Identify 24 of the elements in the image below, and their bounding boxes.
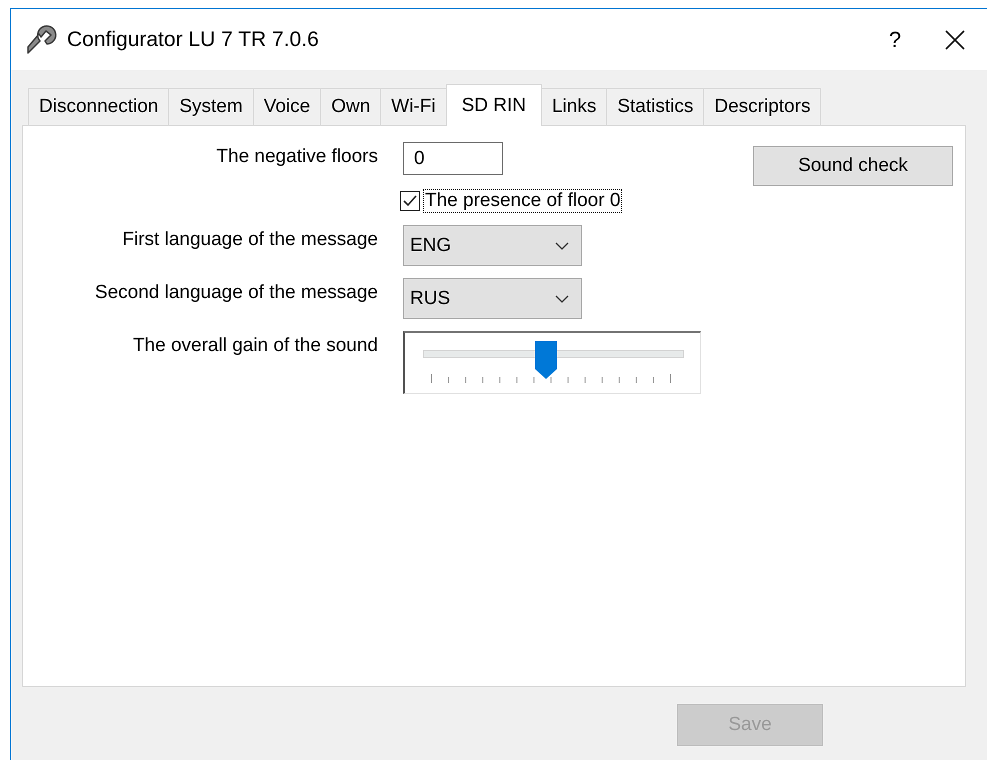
tab[interactable]: SD RIN — [446, 84, 542, 126]
slider-thumb[interactable] — [534, 341, 557, 379]
dropdown-value: RUS — [410, 288, 450, 310]
window-title: Configurator LU 7 TR 7.0.6 — [67, 28, 320, 52]
field-label: The negative floors — [216, 146, 378, 168]
dropdown[interactable]: ENG — [403, 225, 582, 266]
checkmark-icon — [402, 193, 418, 209]
field-label: The overall gain of the sound — [132, 335, 378, 357]
dropdown-value: ENG — [410, 234, 452, 256]
slider[interactable] — [403, 331, 701, 394]
input-field[interactable]: 0 — [403, 142, 503, 175]
chevron-down-icon — [555, 294, 569, 302]
tab[interactable]: Descriptors — [703, 88, 822, 125]
checkbox-label: The presence of floor 0 — [423, 189, 622, 213]
wrench-icon — [25, 22, 59, 56]
dropdown[interactable]: RUS — [403, 278, 582, 319]
close-icon[interactable] — [945, 30, 965, 50]
field-label: First language of the message — [122, 229, 378, 251]
chevron-down-icon — [555, 242, 569, 250]
checkbox[interactable] — [400, 191, 420, 211]
sound-check-button[interactable]: Sound check — [753, 146, 953, 186]
tab[interactable]: Disconnection — [28, 88, 170, 125]
field-label: Second language of the message — [94, 282, 378, 304]
help-button[interactable]: ? — [865, 26, 925, 54]
